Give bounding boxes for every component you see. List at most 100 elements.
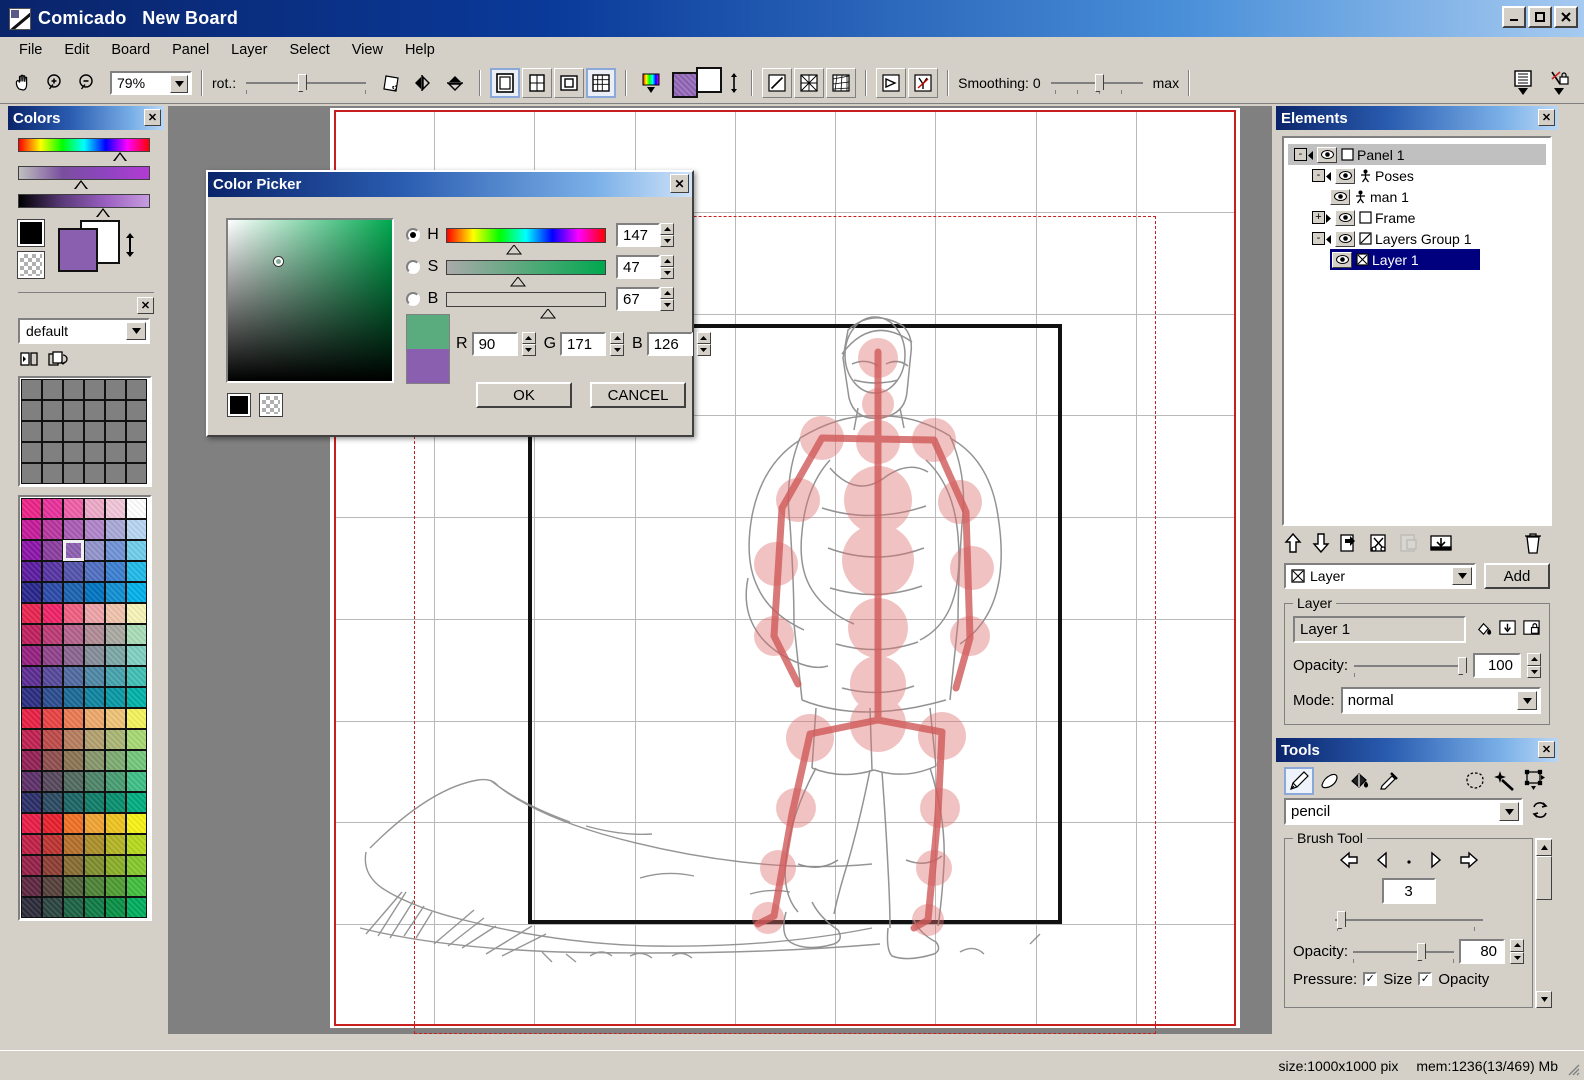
palette-empty-cell[interactable] bbox=[126, 379, 147, 400]
zoom-level-combo[interactable]: 79% bbox=[110, 71, 192, 95]
palette-swatch[interactable] bbox=[126, 792, 147, 813]
saturation-value-field[interactable] bbox=[226, 218, 394, 383]
fg-bg-color-pair[interactable] bbox=[58, 220, 120, 272]
green-value-field[interactable]: 171 bbox=[560, 332, 606, 356]
merge-down-icon[interactable] bbox=[1430, 533, 1452, 556]
tree-item[interactable]: +Frame bbox=[1288, 207, 1546, 228]
perspective-grid-button[interactable] bbox=[794, 68, 824, 98]
palette-swatch[interactable] bbox=[42, 666, 63, 687]
palette-swatch[interactable] bbox=[105, 666, 126, 687]
palette-swatch[interactable] bbox=[42, 498, 63, 519]
menu-item-board[interactable]: Board bbox=[100, 40, 161, 60]
palette-swatch[interactable] bbox=[21, 666, 42, 687]
palette-empty-cell[interactable] bbox=[126, 400, 147, 421]
palette-swatch[interactable] bbox=[126, 519, 147, 540]
saturation-channel-bar[interactable] bbox=[446, 260, 606, 275]
pen-tool-button[interactable] bbox=[1284, 767, 1314, 795]
palette-swatch[interactable] bbox=[42, 540, 63, 561]
palette-swatch[interactable] bbox=[42, 813, 63, 834]
palette-empty-cell[interactable] bbox=[42, 463, 63, 484]
visibility-toggle-icon[interactable] bbox=[1332, 252, 1352, 268]
cycle-palette-icon[interactable] bbox=[48, 351, 68, 370]
delete-icon[interactable] bbox=[1524, 532, 1542, 557]
palette-swatch[interactable] bbox=[84, 687, 105, 708]
color-picker-close-button[interactable]: ✕ bbox=[670, 174, 689, 193]
palette-close-icon[interactable]: ✕ bbox=[137, 297, 154, 314]
view-border-button[interactable] bbox=[554, 68, 584, 98]
hand-tool-button[interactable] bbox=[8, 68, 38, 98]
palette-swatch[interactable] bbox=[84, 813, 105, 834]
palette-empty-cell[interactable] bbox=[63, 421, 84, 442]
menu-item-file[interactable]: File bbox=[8, 40, 53, 60]
palette-swatch[interactable] bbox=[105, 645, 126, 666]
scroll-up-button[interactable] bbox=[1536, 839, 1552, 856]
palette-empty-grid[interactable] bbox=[18, 376, 152, 487]
palette-swatch[interactable] bbox=[63, 771, 84, 792]
brush-preset-chevron-down-icon[interactable] bbox=[1499, 802, 1519, 821]
palette-swatch[interactable] bbox=[21, 519, 42, 540]
brush-opacity-spin-up[interactable] bbox=[1510, 939, 1524, 952]
swap-fg-bg-icon[interactable] bbox=[123, 232, 137, 261]
black-color-swatch[interactable] bbox=[18, 220, 44, 246]
palette-swatch[interactable] bbox=[126, 855, 147, 876]
palette-swatch[interactable] bbox=[63, 624, 84, 645]
blue-spin-up[interactable] bbox=[697, 332, 711, 344]
palette-swatch[interactable] bbox=[105, 750, 126, 771]
palette-swatch[interactable] bbox=[42, 876, 63, 897]
menu-item-view[interactable]: View bbox=[341, 40, 394, 60]
brightness-channel-bar[interactable] bbox=[446, 292, 606, 307]
eyedropper-tool-button[interactable] bbox=[1374, 767, 1404, 795]
palette-swatch[interactable] bbox=[126, 897, 147, 918]
palette-swatch[interactable] bbox=[105, 897, 126, 918]
palette-swatch[interactable] bbox=[84, 498, 105, 519]
palette-swatch-grid[interactable] bbox=[18, 495, 152, 921]
hue-spin-down[interactable] bbox=[660, 235, 674, 247]
hue-spin-up[interactable] bbox=[660, 223, 674, 235]
green-spin-up[interactable] bbox=[610, 332, 624, 344]
palette-empty-cell[interactable] bbox=[21, 442, 42, 463]
palette-swatch[interactable] bbox=[126, 729, 147, 750]
hue-slider-thumb[interactable] bbox=[113, 152, 127, 161]
transform-select-button[interactable] bbox=[1520, 767, 1550, 795]
pressure-size-checkbox[interactable]: ✓ bbox=[1363, 972, 1377, 986]
palette-empty-cell[interactable] bbox=[105, 379, 126, 400]
palette-empty-cell[interactable] bbox=[84, 442, 105, 463]
palette-swatch[interactable] bbox=[63, 876, 84, 897]
palette-swatch[interactable] bbox=[42, 519, 63, 540]
view-full-grid-button[interactable] bbox=[586, 68, 616, 98]
brush-size-field[interactable]: 3 bbox=[1382, 878, 1436, 904]
red-value-field[interactable]: 90 bbox=[472, 332, 518, 356]
move-down-icon[interactable] bbox=[1312, 533, 1330, 556]
color-picker-dialog[interactable]: Color Picker ✕ H 147 bbox=[206, 170, 694, 437]
brush-size-slider[interactable] bbox=[1335, 910, 1483, 930]
palette-swatch[interactable] bbox=[126, 687, 147, 708]
palette-empty-cell[interactable] bbox=[105, 400, 126, 421]
palette-swatch[interactable] bbox=[84, 771, 105, 792]
palette-swatch[interactable] bbox=[21, 582, 42, 603]
palette-empty-cell[interactable] bbox=[126, 442, 147, 463]
palette-swatch[interactable] bbox=[42, 561, 63, 582]
cancel-button[interactable]: CANCEL bbox=[590, 382, 686, 408]
hue-spinner[interactable] bbox=[660, 223, 674, 247]
palette-swatch[interactable] bbox=[84, 540, 105, 561]
move-up-icon[interactable] bbox=[1284, 533, 1302, 556]
palette-empty-cell[interactable] bbox=[84, 421, 105, 442]
palette-swatch[interactable] bbox=[126, 750, 147, 771]
tree-expander-icon[interactable]: - bbox=[1294, 148, 1307, 161]
tree-item[interactable]: -Panel 1 bbox=[1288, 144, 1546, 165]
tree-item[interactable]: man 1 bbox=[1288, 186, 1546, 207]
palette-swatch[interactable] bbox=[21, 834, 42, 855]
palette-empty-cell[interactable] bbox=[126, 463, 147, 484]
tree-expander-icon[interactable]: - bbox=[1312, 232, 1325, 245]
saturation-slider[interactable] bbox=[18, 166, 154, 180]
palette-swatch[interactable] bbox=[63, 687, 84, 708]
palette-empty-cell[interactable] bbox=[105, 463, 126, 484]
palette-swatch[interactable] bbox=[126, 771, 147, 792]
palette-empty-cell[interactable] bbox=[42, 379, 63, 400]
palette-swatch[interactable] bbox=[84, 582, 105, 603]
palette-swatch[interactable] bbox=[126, 540, 147, 561]
palette-swatch[interactable] bbox=[63, 645, 84, 666]
snap-off-button[interactable] bbox=[908, 68, 938, 98]
tree-expander-icon[interactable]: - bbox=[1312, 169, 1325, 182]
hue-channel-bar[interactable] bbox=[446, 228, 606, 243]
